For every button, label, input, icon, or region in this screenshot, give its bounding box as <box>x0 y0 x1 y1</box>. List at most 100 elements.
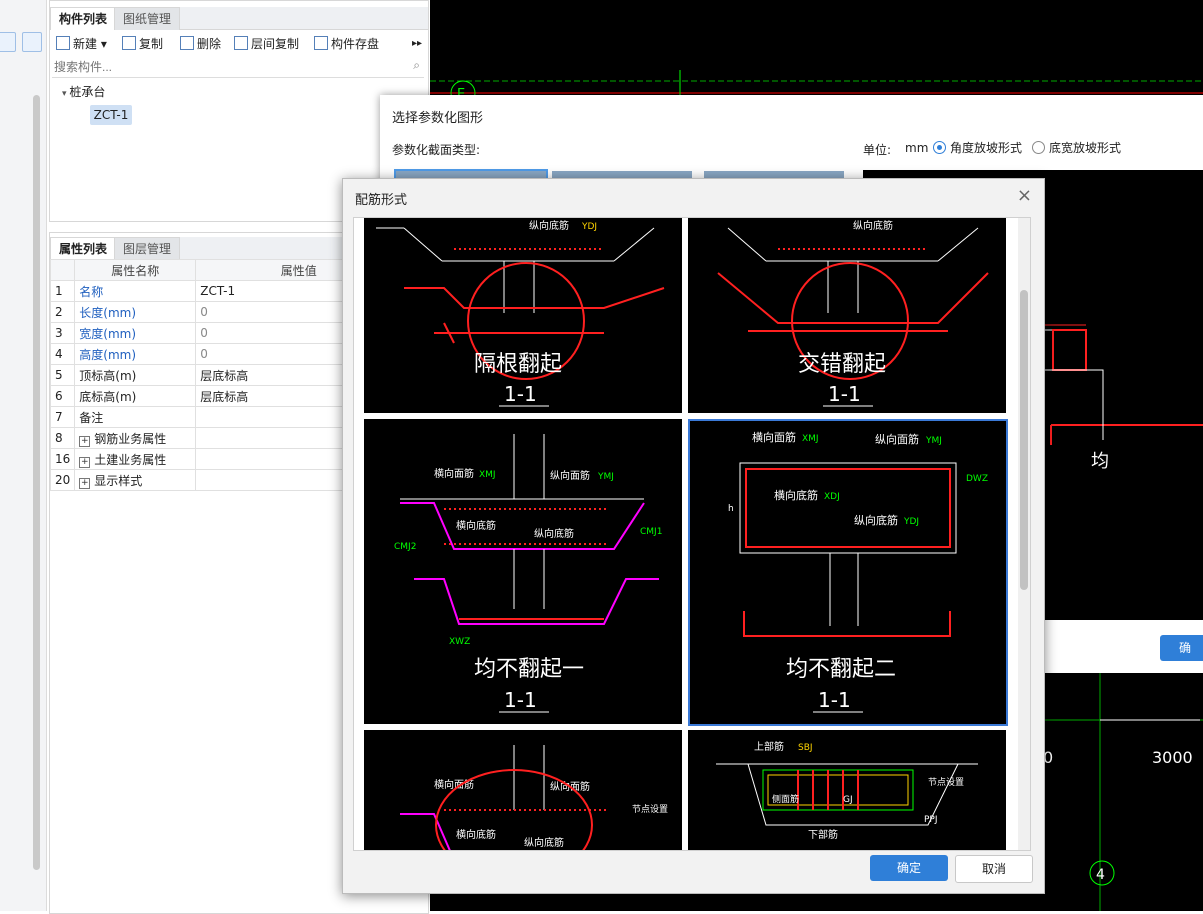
new-label: 新建 <box>73 37 98 51</box>
property-name-group[interactable]: + 钢筋业务属性 <box>74 427 197 449</box>
section-label: 1-1 <box>504 382 537 406</box>
row-num: 2 <box>49 301 76 323</box>
label-ydj: 纵向底筋 <box>854 513 898 527</box>
tab-drawing-management[interactable]: 图纸管理 <box>114 7 181 30</box>
rebar-grid-scrollbar-track[interactable] <box>1018 218 1030 850</box>
component-tabbar: 构件列表 图纸管理 <box>50 7 428 30</box>
label-code-h: h <box>728 504 734 514</box>
param-confirm-button[interactable]: 确 <box>1160 635 1203 661</box>
copy-label: 复制 <box>139 37 164 51</box>
property-name: 高度(mm) <box>74 343 197 365</box>
property-name: 宽度(mm) <box>74 322 197 344</box>
dim-3000-label: 3000 <box>1152 748 1193 767</box>
property-name: 底标高(m) <box>74 385 197 407</box>
save-component-label: 构件存盘 <box>331 37 380 51</box>
property-name-header: 属性名称 <box>74 259 197 281</box>
close-icon[interactable]: × <box>1017 185 1032 206</box>
label-top-bar: 上部筋 <box>754 740 784 753</box>
option-width-radio[interactable]: 底宽放坡形式 <box>1032 139 1121 156</box>
unit-value: mm <box>905 141 929 155</box>
section-label: 1-1 <box>504 688 537 712</box>
delete-label: 删除 <box>197 37 222 51</box>
property-name-group[interactable]: + 土建业务属性 <box>74 448 197 470</box>
expand-plus-icon[interactable]: + <box>79 477 91 489</box>
param-dialog-title: 选择参数化图形 <box>392 111 484 126</box>
label-ymj: 纵向面筋 <box>550 469 590 482</box>
tab-property-list[interactable]: 属性列表 <box>50 237 117 260</box>
label-xdj: 横向底筋 <box>456 828 496 841</box>
rebar-option-5[interactable]: 横向面筋 纵向面筋 横向底筋 纵向底筋 节点设置 <box>364 730 682 850</box>
expand-plus-icon[interactable]: + <box>79 456 91 468</box>
confirm-button[interactable]: 确定 <box>870 855 948 881</box>
property-name-group[interactable]: + 显示样式 <box>74 469 197 491</box>
rebar-option-drawing: 横向面筋 纵向面筋 横向底筋 纵向底筋 节点设置 <box>400 745 668 850</box>
radio-unchecked-icon <box>1032 141 1045 154</box>
label-xdj: 横向底筋 <box>774 488 818 502</box>
label-ydj: 纵向底筋 <box>853 219 893 232</box>
left-strip-scrollbar[interactable] <box>33 95 40 870</box>
search-icon[interactable]: ⌕ <box>413 58 420 73</box>
rebar-option-alternate-bend[interactable]: 纵向底筋 YDJ 隔根翻起 1-1 <box>364 218 682 413</box>
expand-plus-icon[interactable]: + <box>79 435 91 447</box>
tab-component-list[interactable]: 构件列表 <box>50 7 117 30</box>
label-code-ydj: YDJ <box>903 517 919 527</box>
row-num: 1 <box>49 280 76 302</box>
rebar-option-no-bend-2[interactable]: 横向面筋 XMJ 纵向面筋 YMJ 横向底筋 XDJ 纵向底筋 YDJ h DW… <box>688 419 1008 726</box>
option-angle-label: 角度放坡形式 <box>950 141 1023 155</box>
row-num: 16 <box>49 448 76 470</box>
save-component-button[interactable]: 构件存盘 <box>314 34 379 54</box>
row-num: 8 <box>49 427 76 449</box>
property-name: 长度(mm) <box>74 301 197 323</box>
save-icon <box>314 36 328 50</box>
option-angle-radio[interactable]: 角度放坡形式 <box>933 139 1022 156</box>
tab-layer-management[interactable]: 图层管理 <box>114 237 181 260</box>
floor-copy-button[interactable]: 层间复制 <box>234 34 299 54</box>
tree-item-zct1[interactable]: ZCT-1 <box>90 105 132 125</box>
caption: 均不翻起一 <box>474 657 584 682</box>
rebar-option-drawing: 纵向底筋 交错翻起 1-1 <box>717 219 989 407</box>
rebar-option-no-bend-1[interactable]: 横向面筋 XMJ 纵向面筋 YMJ 横向底筋 纵向底筋 CMJ2 CMJ1 XW… <box>364 419 682 724</box>
more-toolbar-icon[interactable]: ▸▸ <box>412 34 422 54</box>
property-name: 名称 <box>74 280 197 302</box>
new-button[interactable]: 新建 ▾ <box>56 34 107 54</box>
label-xdj: 横向底筋 <box>456 519 496 532</box>
rebar-option-drawing: 上部筋 SBJ 侧面筋 GJ 下部筋 节点设置 PPJ <box>716 740 978 841</box>
rebar-option-staggered-bend[interactable]: 纵向底筋 交错翻起 1-1 <box>688 218 1006 413</box>
rebar-form-dialog: 配筋形式 × 纵向底筋 YDJ 隔根翻起 1-1 纵向底筋 交错翻起 1-1 横… <box>342 178 1045 894</box>
delete-button[interactable]: 删除 <box>180 34 221 54</box>
tree-group-pile-cap[interactable]: ▾ 桩承台 <box>62 83 105 100</box>
label-xmj: 横向面筋 <box>434 467 474 480</box>
caption: 均不翻起二 <box>786 657 896 682</box>
row-num: 4 <box>49 343 76 365</box>
label-ydj: 纵向底筋 <box>534 527 574 540</box>
label-code-cmj2: CMJ2 <box>394 542 416 552</box>
copy-button[interactable]: 复制 <box>122 34 163 54</box>
label-side-bar: 侧面筋 <box>772 793 799 805</box>
label-code-ydj: YDJ <box>581 222 597 232</box>
floor-copy-label: 层间复制 <box>251 37 300 51</box>
row-num: 6 <box>49 385 76 407</box>
label-code-xdj: XDJ <box>824 492 840 502</box>
rebar-grid-scrollbar-thumb[interactable] <box>1020 290 1028 590</box>
detail-view-icon[interactable] <box>22 32 42 52</box>
label-ydj: 纵向底筋 <box>524 836 564 849</box>
caption: 隔根翻起 <box>474 352 562 377</box>
property-name: 顶标高(m) <box>74 364 197 386</box>
rebar-option-drawing: 横向面筋 XMJ 纵向面筋 YMJ 横向底筋 纵向底筋 CMJ2 CMJ1 XW… <box>394 434 662 713</box>
row-num: 5 <box>49 364 76 386</box>
rebar-options-grid: 纵向底筋 YDJ 隔根翻起 1-1 纵向底筋 交错翻起 1-1 横向面筋 XMJ… <box>353 217 1031 851</box>
label-code-gj: GJ <box>843 795 853 805</box>
section-label: 1-1 <box>818 688 851 712</box>
tree-group-label: 桩承台 <box>69 85 106 99</box>
rebar-option-6[interactable]: 上部筋 SBJ 侧面筋 GJ 下部筋 节点设置 PPJ <box>688 730 1006 850</box>
copy-icon <box>122 36 136 50</box>
row-num: 20 <box>49 469 76 491</box>
label-code-ymj: YMJ <box>925 436 942 446</box>
cancel-button[interactable]: 取消 <box>955 855 1033 883</box>
label-hook-note: 节点设置 <box>632 804 668 815</box>
label-code-cmj1: CMJ1 <box>640 527 662 537</box>
list-view-icon[interactable] <box>0 32 16 52</box>
floor-copy-icon <box>234 36 248 50</box>
search-input[interactable] <box>52 57 396 77</box>
rebar-dialog-title: 配筋形式 <box>355 193 408 208</box>
